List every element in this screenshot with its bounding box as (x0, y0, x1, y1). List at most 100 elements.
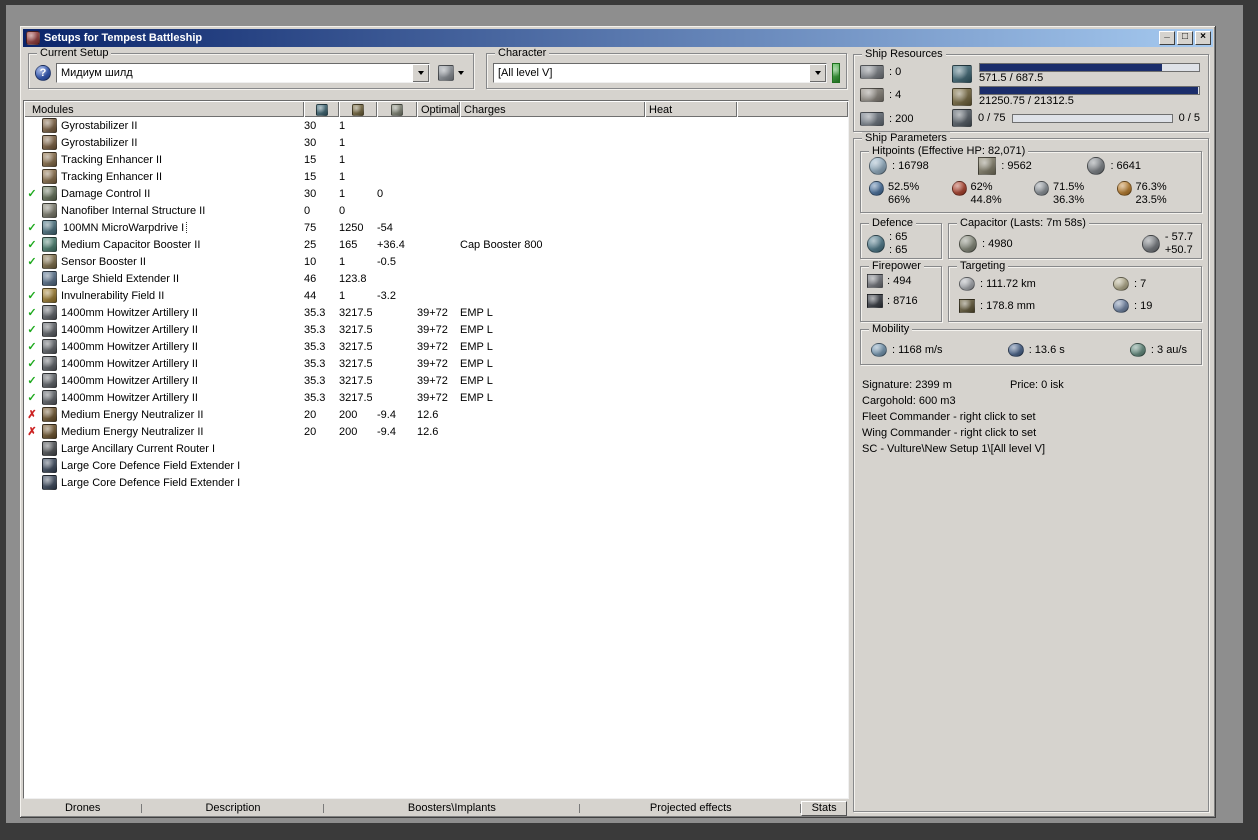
powergrid-usage-text: 21250.75 / 21312.5 (979, 95, 1074, 107)
module-row[interactable]: ✗ Medium Energy Neutralizer II 20 200 -9.4 12… (24, 423, 848, 440)
module-row[interactable]: ✓ Medium Capacitor Booster II 25 165 +36.4 Ca… (24, 236, 848, 253)
module-row[interactable]: ✓ 1400mm Howitzer Artillery II 35.3 3217.5 3… (24, 372, 848, 389)
module-name: 1400mm Howitzer Artillery II (61, 391, 198, 404)
module-row[interactable]: ✓ Sensor Booster II 10 1 -0.5 (24, 253, 848, 270)
module-cap-value: -54 (377, 221, 393, 234)
defence-top-value: : 65 (889, 230, 908, 243)
resource-bars: 571.5 / 687.5 21250.75 / 21312.5 0 / 75 (952, 63, 1200, 127)
cpu-column-header[interactable] (304, 101, 339, 117)
optimal-column-header[interactable]: Optimal (417, 101, 460, 117)
module-charge-value: EMP L (460, 357, 493, 370)
price-value: Price: 0 isk (1010, 379, 1064, 391)
module-name: Sensor Booster II (61, 255, 146, 268)
module-row[interactable]: ✓ Invulnerability Field II 44 1 -3.2 (24, 287, 848, 304)
artillery-icon (42, 356, 57, 371)
powergrid-icon (352, 103, 364, 116)
firepower-group: Firepower : 494 : 8716 (860, 260, 942, 322)
module-row[interactable]: Large Core Defence Field Extender I (24, 457, 848, 474)
core-defence-field-extender-icon (42, 475, 57, 490)
heat-column-header[interactable]: Heat (645, 101, 737, 117)
squad-commander-line: SC - Vulture\New Setup 1\[All level V] (862, 443, 1046, 455)
titlebar[interactable]: Setups for Tempest Battleship _ □ × (23, 29, 1213, 47)
module-powergrid-value: 0 (339, 204, 346, 217)
module-name: 1400mm Howitzer Artillery II (61, 306, 198, 319)
module-optimal-value: 39+72 (417, 323, 448, 336)
module-row[interactable]: ✓ 1400mm Howitzer Artillery II 35.3 3217.5 3… (24, 321, 848, 338)
module-powergrid-value: 165 (339, 238, 358, 251)
turret-dps-icon (867, 274, 883, 288)
setup-combo[interactable]: Мидиум шилд (56, 62, 430, 83)
character-combo-dropdown[interactable] (809, 63, 826, 82)
thermal-resist: 62% 44.8% (951, 181, 1035, 207)
capacitor-column-header[interactable] (377, 101, 417, 117)
module-row[interactable]: ✓ 1400mm Howitzer Artillery II 35.3 3217.5 3… (24, 338, 848, 355)
capacitor-amount: : 4980 (982, 237, 1013, 250)
module-row[interactable]: Large Shield Extender II 46 123.8 (24, 270, 848, 287)
module-row[interactable]: Gyrostabilizer II 30 1 (24, 134, 848, 151)
module-optimal-value: 39+72 (417, 374, 448, 387)
module-row[interactable]: ✓ Damage Control II 30 1 0 (24, 185, 848, 202)
module-cpu-value: 25 (304, 238, 317, 251)
fleet-commander-line[interactable]: Fleet Commander - right click to set (862, 409, 1202, 425)
hitpoint-pools: : 16798 : 9562 : 6641 (869, 157, 1197, 175)
character-combo-value: [All level V] (498, 66, 553, 79)
module-row[interactable]: ✓ 1400mm Howitzer Artillery II 35.3 3217.5 3… (24, 389, 848, 406)
module-row[interactable]: Nanofiber Internal Structure II 0 0 (24, 202, 848, 219)
tools-dropdown-arrow-icon (458, 71, 464, 78)
module-row[interactable]: ✓ 100MN MicroWarpdrive I 75 1250 -54 (24, 219, 848, 236)
ship-resources-group: Ship Resources : 0 : 4: 200 571.5 / 687… (853, 48, 1209, 132)
tab-drones[interactable]: Drones (23, 802, 143, 815)
tab-boosters-implants[interactable]: Boosters\Implants (324, 802, 581, 815)
tab-projected-effects[interactable]: Projected effects (580, 802, 802, 815)
tab-stats[interactable]: Stats (801, 801, 847, 816)
cpu-icon (315, 103, 328, 116)
damage-control-icon (42, 186, 57, 201)
module-row[interactable]: ✓ 1400mm Howitzer Artillery II 35.3 3217.5 3… (24, 355, 848, 372)
module-row[interactable]: Tracking Enhancer II 15 1 (24, 168, 848, 185)
wing-commander-line[interactable]: Wing Commander - right click to set (862, 425, 1202, 441)
module-powergrid-value: 1 (339, 187, 346, 200)
tab-description[interactable]: Description (142, 802, 324, 815)
artillery-icon (42, 373, 57, 388)
module-powergrid-value: 1 (339, 170, 346, 183)
module-cpu-value: 35.3 (304, 357, 326, 370)
artillery-icon (42, 305, 57, 320)
module-row[interactable]: Gyrostabilizer II 30 1 (24, 117, 848, 134)
explosive-armor-resist: 23.5% (1135, 194, 1167, 206)
module-state-icon: ✓ (27, 188, 37, 200)
structure-hp-value: : 6641 (1110, 160, 1142, 172)
em-armor-resist: 66% (888, 194, 911, 206)
module-state-icon: ✓ (27, 375, 37, 387)
volley-icon (867, 294, 883, 308)
chevron-down-icon (814, 71, 821, 78)
module-row[interactable]: ✗ Medium Energy Neutralizer II 20 200 -9.4 12… (24, 406, 848, 423)
module-row[interactable]: Large Core Defence Field Extender I (24, 474, 848, 491)
tools-button[interactable] (435, 64, 467, 81)
character-inner: [All level V] (487, 54, 846, 88)
module-cpu-value: 30 (304, 187, 317, 200)
character-combo[interactable]: [All level V] (493, 62, 827, 83)
capacitor-group: Capacitor (Lasts: 7m 58s) : 4980 - 57.7 … (948, 217, 1202, 259)
calibration: : 200 (860, 110, 944, 127)
max-velocity-item: : 1168 m/s (871, 342, 943, 357)
help-icon[interactable]: ? (35, 64, 51, 81)
nanofiber-structure-icon (42, 203, 57, 218)
module-powergrid-value: 1 (339, 289, 346, 302)
module-row[interactable]: Tracking Enhancer II 15 1 (24, 151, 848, 168)
modules-column-header[interactable]: Modules (24, 101, 304, 117)
setup-combo-dropdown[interactable] (412, 63, 429, 82)
minimize-button[interactable]: _ (1159, 29, 1175, 45)
max-velocity-icon (871, 342, 887, 357)
defence-inner: : 65 : 65 (861, 224, 941, 258)
module-state-icon: ✓ (27, 222, 37, 234)
module-row[interactable]: Large Ancillary Current Router I (24, 440, 848, 457)
drone-usage-bar (1011, 113, 1173, 123)
explosive-shield-resist: 76.3% (1135, 181, 1167, 193)
module-row[interactable]: ✓ 1400mm Howitzer Artillery II 35.3 3217.5 3… (24, 304, 848, 321)
close-button[interactable]: × (1195, 31, 1211, 45)
powergrid-column-header[interactable] (339, 101, 377, 117)
maximize-button[interactable]: □ (1177, 31, 1193, 45)
charges-column-header[interactable]: Charges (460, 101, 645, 117)
microwarpdrive-icon (42, 220, 57, 235)
module-name: Gyrostabilizer II (61, 136, 138, 149)
